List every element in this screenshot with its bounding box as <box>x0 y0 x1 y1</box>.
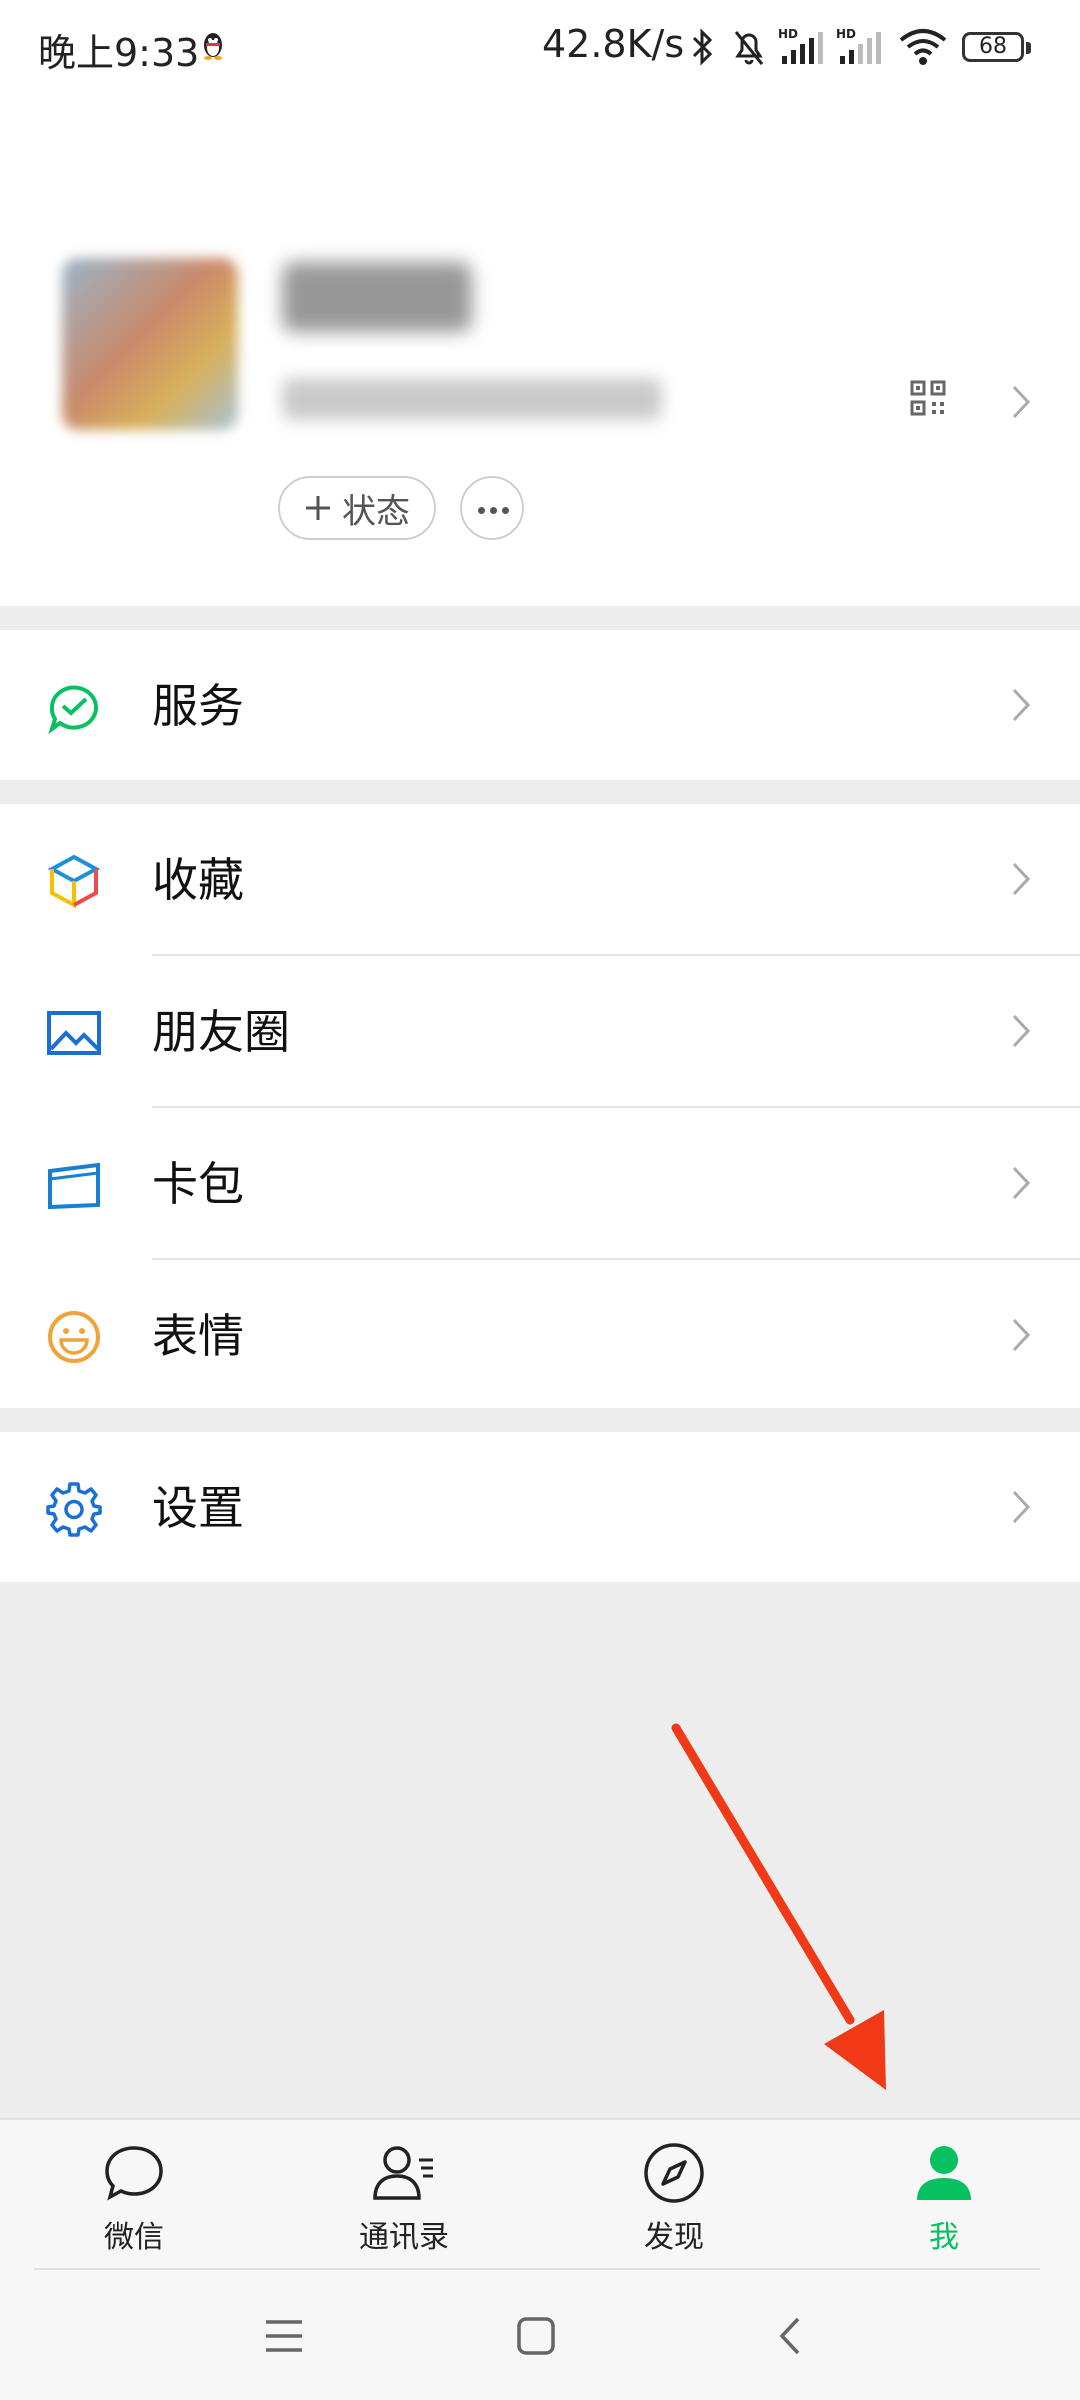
add-status-button[interactable]: 状态 <box>278 476 436 540</box>
menu-item-label: 服务 <box>152 679 244 733</box>
home-square-icon[interactable] <box>516 2316 556 2356</box>
svg-text:HD: HD <box>778 27 798 41</box>
wechat-id-blurred <box>282 378 662 420</box>
me-person-icon <box>917 2146 971 2200</box>
chevron-right-icon <box>1012 862 1031 896</box>
status-time: 晚上9:33 <box>38 31 200 75</box>
status-button-label: 状态 <box>342 491 410 532</box>
qq-penguin-icon <box>204 33 222 60</box>
settings-gear-icon <box>46 1482 102 1537</box>
qr-code-icon[interactable] <box>910 380 946 416</box>
bluetooth-icon <box>692 28 713 66</box>
menu-item-moments[interactable]: 朋友圈 <box>0 956 1080 1106</box>
tab-me[interactable]: 我 <box>844 2140 1044 2260</box>
chevron-right-icon <box>1012 1490 1031 1524</box>
recent-apps-menu-icon[interactable] <box>264 2316 304 2356</box>
battery-tip <box>1026 42 1031 54</box>
avatar[interactable] <box>62 258 238 430</box>
moments-picture-icon <box>47 1011 101 1055</box>
mute-bell-icon <box>734 31 764 65</box>
tab-label: 通讯录 <box>359 2220 449 2255</box>
profile-chevron-right-icon[interactable] <box>1010 384 1032 420</box>
status-bar: 晚上9:33 42.8K/s HD HD 68 <box>0 0 1080 96</box>
menu-group-main: 收藏 朋友圈 卡包 表情 <box>0 804 1080 1408</box>
svg-text:HD: HD <box>836 27 856 41</box>
menu-item-services[interactable]: 服务 <box>0 630 1080 780</box>
favorites-cube-icon <box>47 854 101 909</box>
menu-item-card-wallet[interactable]: 卡包 <box>0 1108 1080 1258</box>
chevron-right-icon <box>1012 1166 1031 1200</box>
network-speed: 42.8K/s <box>542 22 685 66</box>
tab-chats[interactable]: 微信 <box>34 2140 234 2260</box>
sticker-smile-icon <box>48 1311 100 1363</box>
contacts-icon <box>373 2146 433 2200</box>
menu-item-label: 朋友圈 <box>152 1005 290 1059</box>
annotation-arrow <box>671 1723 886 2090</box>
menu-item-label: 卡包 <box>152 1157 244 1211</box>
chat-bubble-icon <box>105 2146 163 2201</box>
menu-item-settings[interactable]: 设置 <box>0 1432 1080 1582</box>
system-nav-bar <box>0 2270 1080 2400</box>
service-check-icon <box>48 685 98 735</box>
menu-item-label: 设置 <box>152 1481 244 1535</box>
chevron-right-icon <box>1012 1318 1031 1352</box>
wifi-icon <box>899 29 947 65</box>
chevron-right-icon <box>1012 688 1031 722</box>
menu-item-stickers[interactable]: 表情 <box>0 1260 1080 1410</box>
back-chevron-icon[interactable] <box>776 2316 804 2356</box>
plus-icon <box>306 496 330 520</box>
discover-compass-icon <box>644 2143 704 2203</box>
tab-discover[interactable]: 发现 <box>574 2140 774 2260</box>
more-dots-icon[interactable] <box>460 476 524 540</box>
tab-label: 微信 <box>104 2220 164 2255</box>
tab-label: 我 <box>929 2220 959 2255</box>
menu-item-label: 收藏 <box>152 853 244 907</box>
battery-icon: 68 <box>962 32 1024 62</box>
bottom-tab-bar: 微信 通讯录 发现 我 <box>0 2118 1080 2270</box>
menu-item-favorites[interactable]: 收藏 <box>0 804 1080 954</box>
menu-group-settings: 设置 <box>0 1432 1080 1582</box>
hd-signal-icon: HD <box>778 27 823 64</box>
menu-item-label: 表情 <box>152 1309 244 1363</box>
chevron-right-icon <box>1012 1014 1031 1048</box>
nickname-blurred <box>282 262 472 332</box>
hd-signal-icon: HD <box>836 27 881 64</box>
tab-contacts[interactable]: 通讯录 <box>304 2140 504 2260</box>
tab-label: 发现 <box>644 2220 704 2255</box>
menu-group-services: 服务 <box>0 630 1080 780</box>
card-wallet-icon <box>48 1162 100 1210</box>
